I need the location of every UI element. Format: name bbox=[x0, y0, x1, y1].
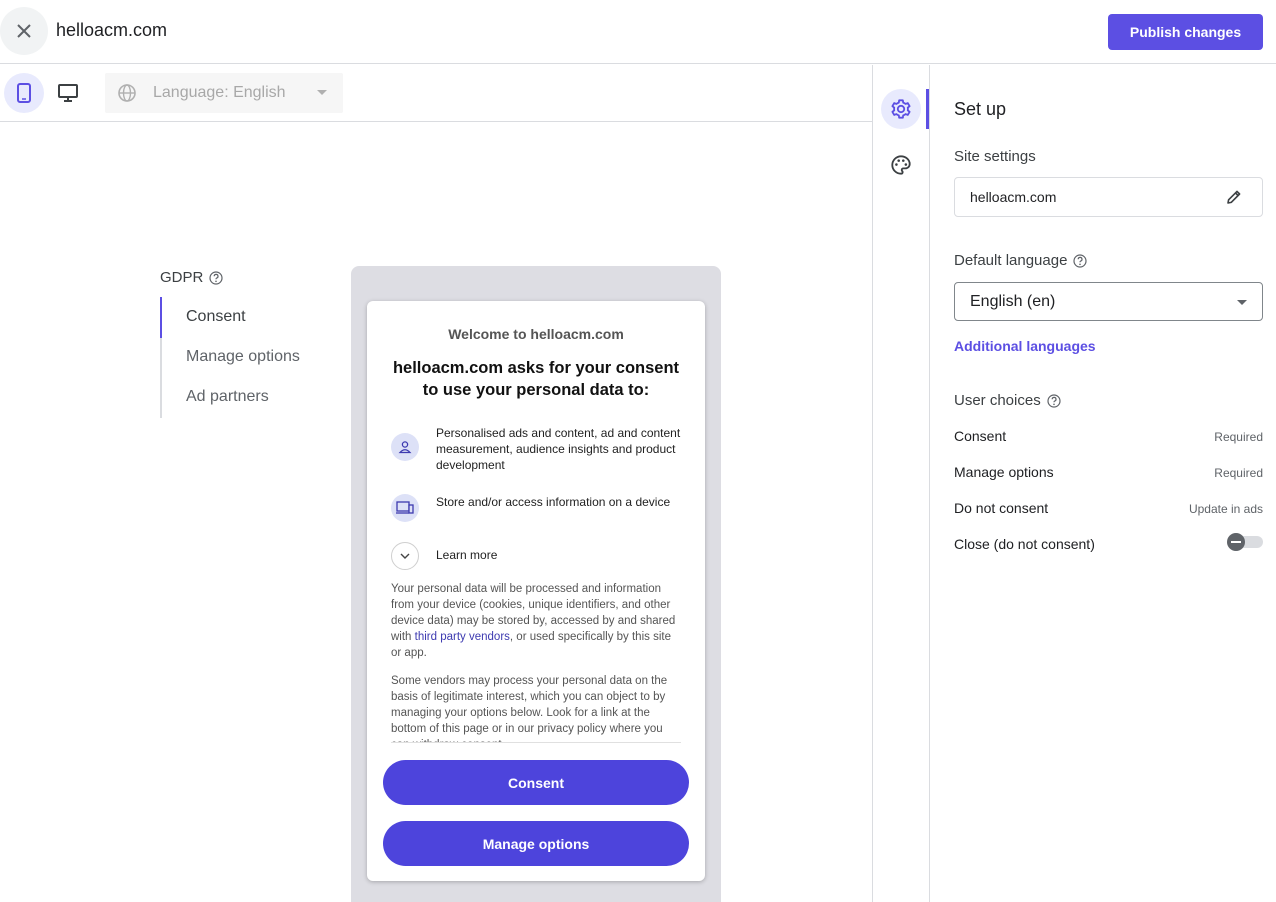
preview-toolbar: Language: English bbox=[0, 65, 872, 122]
choice-do-not-consent-label: Do not consent bbox=[954, 500, 1049, 516]
mobile-preview-button[interactable] bbox=[4, 73, 44, 113]
rail-active-indicator bbox=[926, 89, 929, 129]
gear-icon bbox=[891, 99, 911, 119]
choice-do-not-consent-value: Update in ads bbox=[1188, 502, 1263, 516]
default-language-select[interactable]: English (en) bbox=[954, 282, 1263, 321]
dialog-description[interactable]: Your personal data will be processed and… bbox=[391, 581, 681, 743]
close-do-not-consent-toggle[interactable] bbox=[1227, 533, 1263, 551]
palette-icon bbox=[891, 155, 911, 175]
choice-close-label: Close (do not consent) bbox=[954, 536, 1095, 552]
publish-changes-button[interactable]: Publish changes bbox=[1108, 14, 1263, 50]
learn-more-label[interactable]: Learn more bbox=[436, 548, 497, 562]
dialog-consent-button[interactable]: Consent bbox=[383, 760, 689, 805]
panel-rail bbox=[872, 65, 930, 902]
site-name-value: helloacm.com bbox=[970, 189, 1057, 205]
mobile-icon bbox=[17, 83, 31, 103]
learn-more-toggle[interactable] bbox=[391, 542, 419, 570]
language-select-label: Language: English bbox=[153, 84, 286, 101]
globe-icon bbox=[118, 84, 136, 102]
nav-item-ad-partners[interactable]: Ad partners bbox=[186, 388, 269, 406]
edit-icon[interactable] bbox=[1225, 188, 1243, 206]
person-icon bbox=[391, 433, 419, 461]
nav-item-manage-options[interactable]: Manage options bbox=[186, 348, 300, 366]
language-select[interactable]: Language: English bbox=[105, 73, 343, 113]
gdpr-title-text: GDPR bbox=[160, 269, 204, 286]
gdpr-title: GDPR bbox=[160, 269, 223, 286]
third-party-vendors-link[interactable]: third party vendors bbox=[415, 631, 510, 643]
default-language-value: English (en) bbox=[970, 293, 1056, 310]
help-icon[interactable] bbox=[209, 270, 223, 285]
gdpr-nav: Consent Manage options Ad partners bbox=[160, 297, 330, 418]
default-language-label: Default language bbox=[954, 252, 1088, 269]
help-icon[interactable] bbox=[1073, 253, 1088, 268]
desktop-icon bbox=[58, 84, 78, 102]
desktop-preview-button[interactable] bbox=[48, 73, 88, 113]
site-settings-text: Site settings bbox=[954, 148, 1036, 165]
toggle-knob bbox=[1227, 533, 1245, 551]
style-tab-button[interactable] bbox=[881, 145, 921, 185]
description-paragraph-1: Your personal data will be processed and… bbox=[391, 581, 681, 661]
site-title: helloacm.com bbox=[56, 20, 168, 40]
nav-active-indicator bbox=[160, 297, 162, 338]
additional-languages-link[interactable]: Additional languages bbox=[954, 338, 1096, 354]
panel-title: Set up bbox=[954, 99, 1007, 119]
chevron-down-icon bbox=[317, 90, 327, 95]
purpose-personalised-ads: Personalised ads and content, ad and con… bbox=[436, 426, 681, 472]
nav-item-consent[interactable]: Consent bbox=[186, 308, 246, 326]
choice-consent-label: Consent bbox=[954, 428, 1007, 444]
consent-dialog-preview: Welcome to helloacm.com helloacm.com ask… bbox=[367, 301, 705, 881]
description-paragraph-2: Some vendors may process your personal d… bbox=[391, 675, 668, 742]
chevron-down-icon bbox=[400, 553, 410, 559]
dialog-heading: helloacm.com asks for your consent to us… bbox=[392, 359, 680, 399]
choice-consent-value: Required bbox=[1214, 430, 1263, 444]
close-button[interactable] bbox=[0, 7, 48, 55]
user-choices-label: User choices bbox=[954, 392, 1061, 409]
devices-icon bbox=[391, 494, 419, 522]
default-language-text: Default language bbox=[954, 252, 1068, 269]
site-settings-label: Site settings bbox=[954, 148, 1036, 165]
top-bar: helloacm.com Publish changes bbox=[0, 0, 1276, 64]
purpose-store-access: Store and/or access information on a dev… bbox=[436, 495, 671, 509]
site-name-field[interactable]: helloacm.com bbox=[954, 177, 1263, 217]
help-icon[interactable] bbox=[1047, 393, 1061, 408]
choice-manage-options-label: Manage options bbox=[954, 464, 1054, 480]
user-choices-text: User choices bbox=[954, 392, 1041, 409]
setup-tab-button[interactable] bbox=[881, 89, 921, 129]
chevron-down-icon bbox=[1237, 300, 1247, 305]
choice-manage-options-value: Required bbox=[1214, 466, 1263, 480]
dialog-manage-options-button[interactable]: Manage options bbox=[383, 821, 689, 866]
dialog-welcome: Welcome to helloacm.com bbox=[448, 326, 624, 342]
close-icon bbox=[17, 24, 31, 38]
